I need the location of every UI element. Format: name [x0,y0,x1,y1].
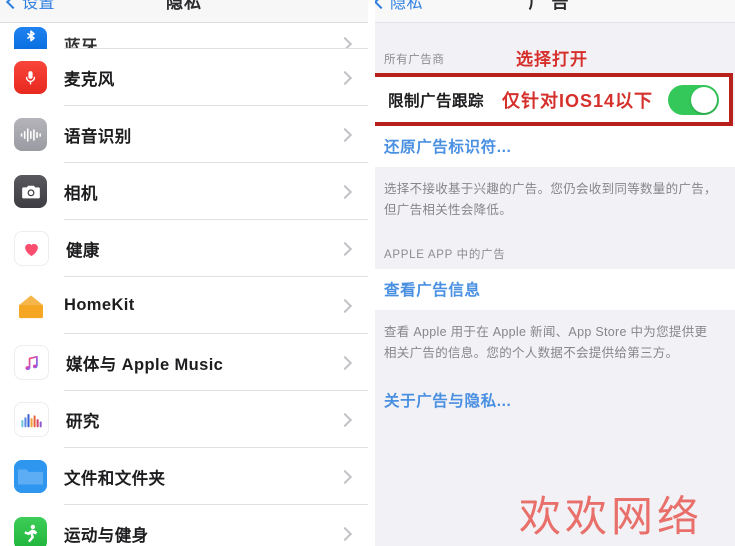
toggle-knob [691,86,717,113]
apple-app-ads-group-header: APPLE APP 中的广告 [368,230,735,270]
privacy-category-list: 蓝牙 麦克风 语音识别 相机 健康 HomeKit 媒体与 Apple Musi… [0,23,368,546]
list-item-files-and-folders[interactable]: 文件和文件夹 [0,448,368,505]
chevron-right-icon [337,70,353,85]
list-item-homekit[interactable]: HomeKit [0,277,368,334]
about-ads-and-privacy-button[interactable]: 关于广告与隐私... [368,379,735,421]
limit-ad-tracking-row[interactable]: 限制广告跟踪 仅针对IOS14以下 [374,77,729,122]
house-icon [14,289,47,322]
highlight-box-limit-ad-tracking: 限制广告跟踪 仅针对IOS14以下 [370,73,733,126]
list-item-camera[interactable]: 相机 [0,163,368,220]
list-item-label: 媒体与 Apple Music [66,355,224,374]
advertising-settings-panel: 隐私 广告 所有广告商 选择打开 限制广告跟踪 仅针对IOS14以下 还原广告标… [368,0,735,546]
right-navbar: 隐私 广告 [368,0,735,23]
chevron-right-icon [337,526,353,541]
heart-icon [14,231,49,266]
list-item-speech-recognition[interactable]: 语音识别 [0,106,368,163]
list-item-label: 文件和文件夹 [64,469,166,488]
list-item-bluetooth[interactable]: 蓝牙 [0,23,368,56]
view-ad-information-description: 查看 Apple 用于在 Apple 新闻、App Store 中为您提供更相关… [368,310,735,374]
list-item-label: 运动与健身 [64,526,149,545]
list-item-label: 研究 [66,412,100,431]
list-item-label: 健康 [66,241,100,260]
limit-ad-tracking-label: 限制广告跟踪 [388,92,485,110]
panel-divider [368,0,375,546]
view-ad-information-button[interactable]: 查看广告信息 [368,269,735,311]
chevron-right-icon [337,355,353,370]
all-advertisers-section-header: 所有广告商 选择打开 [368,23,735,73]
microphone-icon [14,61,47,94]
waveform-icon [14,118,47,151]
reset-advertising-identifier-button[interactable]: 还原广告标识符... [368,126,735,167]
chevron-right-icon [337,412,353,427]
folder-icon [14,460,47,493]
list-item-research[interactable]: 研究 [0,391,368,448]
section-header-label: 所有广告商 [384,54,445,66]
list-item-microphone[interactable]: 麦克风 [0,49,368,106]
list-item-label: 语音识别 [64,127,132,146]
bar-chart-icon [14,402,49,437]
chevron-right-icon [337,184,353,199]
list-item-label: 麦克风 [64,70,115,89]
chevron-right-icon [337,127,353,142]
chevron-right-icon [337,469,353,484]
chevron-right-icon [337,298,353,313]
list-item-label: HomeKit [64,296,135,314]
annotation-ios14-note: 仅针对IOS14以下 [502,90,654,111]
limit-ad-tracking-toggle[interactable] [668,84,719,115]
reset-advertising-description: 选择不接收基于兴趣的广告。您仍会收到同等数量的广告，但广告相关性会降低。 [368,167,735,231]
runner-icon [14,517,47,546]
bluetooth-icon [14,27,47,49]
list-item-media-apple-music[interactable]: 媒体与 Apple Music [0,334,368,391]
list-item-label: 相机 [64,184,98,203]
privacy-settings-panel: 设置 隐私 蓝牙 麦克风 语音识别 相机 健康 HomeKit 媒体与 Appl… [0,0,368,546]
page-title: 隐私 [166,0,202,12]
page-filler [368,420,735,546]
camera-icon [14,175,47,208]
list-item-fitness[interactable]: 运动与健身 [0,505,368,546]
chevron-right-icon [337,241,353,256]
left-navbar: 设置 隐私 [0,0,368,23]
ads-content: 所有广告商 选择打开 限制广告跟踪 仅针对IOS14以下 还原广告标识符... … [368,23,735,546]
annotation-choose-open: 选择打开 [516,50,588,69]
page-title: 广告 [528,0,575,12]
list-item-health[interactable]: 健康 [0,220,368,277]
music-note-icon [14,345,49,380]
screenshot-root: 设置 隐私 蓝牙 麦克风 语音识别 相机 健康 HomeKit 媒体与 Appl… [0,0,735,546]
